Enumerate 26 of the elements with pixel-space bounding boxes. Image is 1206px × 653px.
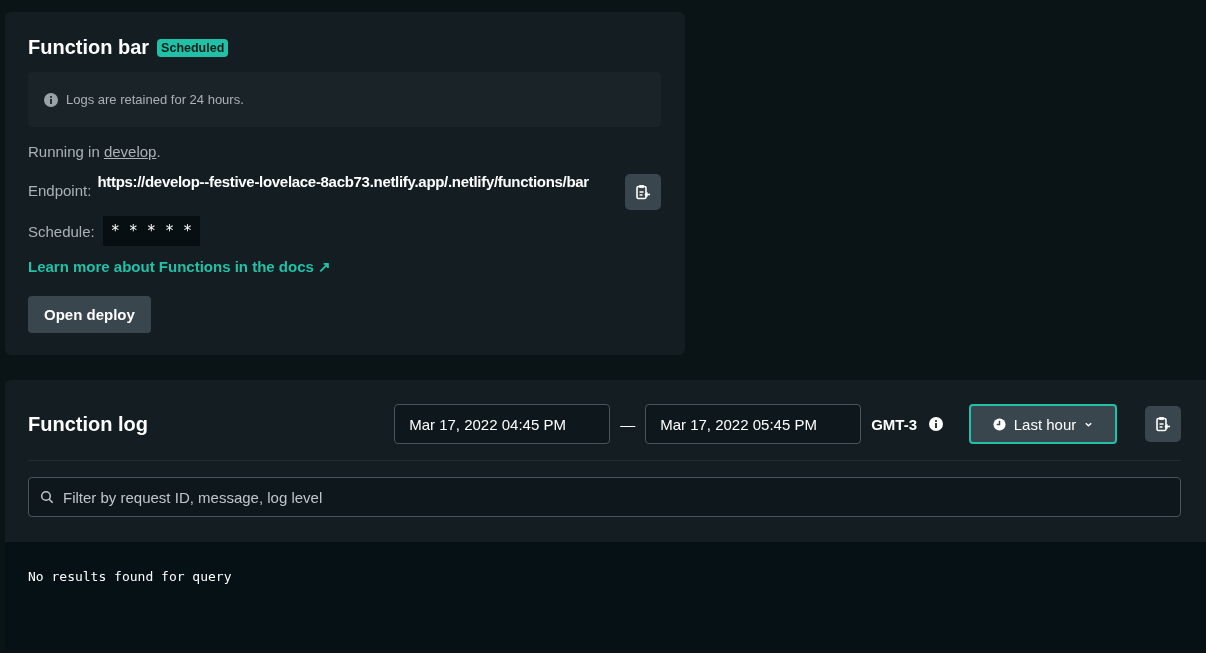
filter-field[interactable]: Filter by request ID, message, log level [28, 477, 1181, 517]
function-title: Function bar [28, 36, 150, 59]
end-date-field[interactable]: Mar 17, 2022 05:45 PM [645, 404, 862, 444]
notice-text: Logs are retained for 24 hours. [66, 92, 244, 107]
docs-link[interactable]: Learn more about Functions in the docs ↗ [28, 258, 661, 276]
clipboard-icon [1155, 416, 1171, 432]
schedule-value: * * * * * [102, 216, 200, 246]
copy-button[interactable] [1145, 406, 1181, 442]
timezone-label: GMT-3 [871, 415, 917, 433]
open-deploy-button[interactable]: Open deploy [28, 296, 151, 333]
branch-link[interactable]: develop [103, 143, 157, 160]
info-icon [44, 92, 58, 107]
running-text: Running in develop. [28, 143, 162, 160]
status-badge: Scheduled [157, 38, 229, 57]
clipboard-icon [635, 184, 651, 200]
info-icon[interactable] [929, 417, 943, 431]
clock-icon [992, 417, 1006, 431]
time-range-dropdown[interactable]: Last hour [969, 404, 1117, 444]
range-separator: — [620, 415, 636, 433]
empty-message: No results found for query [28, 569, 232, 584]
log-title: Function log [28, 412, 148, 436]
start-date-field[interactable]: Mar 17, 2022 04:45 PM [394, 404, 611, 444]
endpoint-label: Endpoint: [28, 181, 92, 199]
schedule-label: Schedule: [28, 222, 95, 240]
copy-button[interactable] [625, 174, 661, 210]
endpoint-url: https://develop--festive-lovelace-8acb73.netlify.app/.netlify/functions/bar [97, 172, 590, 192]
